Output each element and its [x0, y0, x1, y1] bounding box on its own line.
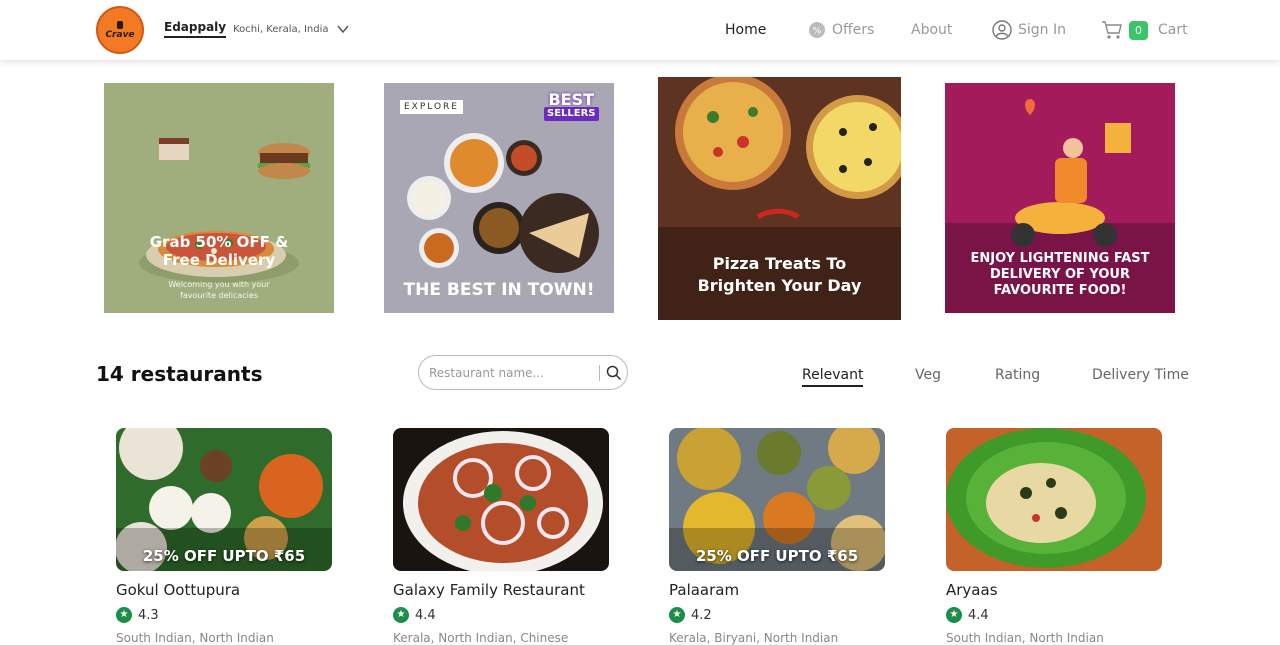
- search-divider: [599, 364, 600, 381]
- banner-subtext: Welcoming you with your favourite delica…: [168, 280, 270, 300]
- user-icon: [992, 20, 1012, 40]
- promo-banner-discount[interactable]: Grab 50% OFF & Free Delivery Welcoming y…: [104, 83, 334, 313]
- promo-banner-pizza[interactable]: Pizza Treats To Brighten Your Day: [658, 77, 901, 320]
- logo-mark-icon: [117, 20, 123, 29]
- nav-about-link[interactable]: About: [911, 0, 952, 60]
- logo-text: Crave: [105, 29, 135, 40]
- restaurant-image: 25% OFF UPTO ₹65: [669, 428, 885, 571]
- location-region: Kochi, Kerala, India: [233, 23, 329, 35]
- restaurant-name: Galaxy Family Restaurant: [393, 581, 585, 599]
- restaurant-name: Gokul Oottupura: [116, 581, 241, 599]
- restaurant-card[interactable]: Aryaas ★ 4.4 South Indian, North Indian: [946, 428, 1162, 645]
- star-icon: ★: [393, 607, 409, 623]
- badge-bottom-text: SELLERS: [544, 107, 599, 121]
- nav-cart-link[interactable]: 0 Cart: [1101, 0, 1188, 60]
- filter-relevant[interactable]: Relevant: [802, 367, 864, 387]
- banner-headline: ENJOY LIGHTENING FAST DELIVERY OF YOUR F…: [970, 251, 1150, 298]
- restaurant-cuisines: South Indian, North Indian: [116, 631, 274, 645]
- restaurant-cuisines: Kerala, North Indian, Chinese: [393, 631, 569, 645]
- restaurant-search-input[interactable]: [429, 365, 599, 380]
- crave-logo[interactable]: Crave: [96, 6, 144, 54]
- nav-offers-link[interactable]: % Offers: [808, 0, 874, 60]
- banner-headline: Pizza Treats To Brighten Your Day: [697, 254, 862, 295]
- restaurant-card[interactable]: 25% OFF UPTO ₹65 Gokul Oottupura ★ 4.3 S…: [116, 428, 332, 645]
- nav-about-label: About: [911, 22, 953, 38]
- explore-tag: EXPLORE: [400, 100, 463, 114]
- restaurant-cuisines: Kerala, Biryani, North Indian: [669, 631, 839, 645]
- star-icon: ★: [669, 607, 685, 623]
- banner-headline: THE BEST IN TOWN!: [403, 280, 595, 300]
- star-icon: ★: [116, 607, 132, 623]
- nav-offers-label: Offers: [832, 22, 875, 38]
- nav-home-label: Home: [725, 22, 767, 38]
- star-icon: ★: [946, 607, 962, 623]
- svg-text:%: %: [813, 27, 822, 37]
- nav-signin-label: Sign In: [1018, 22, 1066, 38]
- nav-signin-link[interactable]: Sign In: [992, 0, 1066, 60]
- chevron-down-icon: [336, 25, 349, 34]
- search-icon[interactable]: [606, 365, 622, 381]
- restaurant-search-box: [418, 355, 628, 390]
- rating-value: 4.4: [415, 607, 436, 623]
- restaurant-cuisines: South Indian, North Indian: [946, 631, 1104, 645]
- filter-delivery-time[interactable]: Delivery Time: [1092, 367, 1189, 383]
- cart-icon: [1102, 21, 1122, 39]
- filter-veg[interactable]: Veg: [915, 367, 941, 383]
- offer-badge-icon: %: [809, 22, 825, 38]
- best-sellers-badge: BEST SELLERS: [544, 90, 599, 121]
- rating-value: 4.2: [691, 607, 712, 623]
- banner-headline: Grab 50% OFF & Free Delivery: [149, 233, 289, 269]
- restaurant-name: Aryaas: [946, 581, 998, 599]
- nav-home-link[interactable]: Home: [725, 0, 766, 60]
- cart-count-badge: 0: [1129, 20, 1148, 40]
- promo-banner-best-sellers[interactable]: EXPLORE BEST SELLERS THE BEST IN TOWN!: [384, 83, 614, 313]
- restaurant-rating: ★ 4.4: [393, 607, 609, 623]
- rating-value: 4.4: [968, 607, 989, 623]
- restaurant-rating: ★ 4.4: [946, 607, 1162, 623]
- offer-label: 25% OFF UPTO ₹65: [142, 547, 306, 565]
- restaurant-card[interactable]: Galaxy Family Restaurant ★ 4.4 Kerala, N…: [393, 428, 609, 645]
- location-selector[interactable]: Edappaly Kochi, Kerala, India: [164, 20, 350, 38]
- top-navbar: Crave Edappaly Kochi, Kerala, India Home…: [0, 0, 1280, 60]
- badge-top-text: BEST: [548, 90, 595, 109]
- restaurant-count-title: 14 restaurants: [96, 362, 263, 386]
- promo-banner-delivery[interactable]: ENJOY LIGHTENING FAST DELIVERY OF YOUR F…: [945, 83, 1175, 313]
- nav-cart-label: Cart: [1158, 22, 1188, 38]
- restaurant-image: 25% OFF UPTO ₹65: [116, 428, 332, 571]
- restaurant-rating: ★ 4.2: [669, 607, 885, 623]
- restaurant-image: [393, 428, 609, 571]
- restaurant-image: [946, 428, 1162, 571]
- restaurant-rating: ★ 4.3: [116, 607, 332, 623]
- restaurant-card[interactable]: 25% OFF UPTO ₹65 Palaaram ★ 4.2 Kerala, …: [669, 428, 885, 645]
- filter-rating[interactable]: Rating: [995, 367, 1040, 383]
- offer-label: 25% OFF UPTO ₹65: [695, 547, 859, 565]
- location-city: Edappaly: [164, 20, 227, 38]
- restaurant-name: Palaaram: [669, 581, 740, 599]
- rating-value: 4.3: [138, 607, 159, 623]
